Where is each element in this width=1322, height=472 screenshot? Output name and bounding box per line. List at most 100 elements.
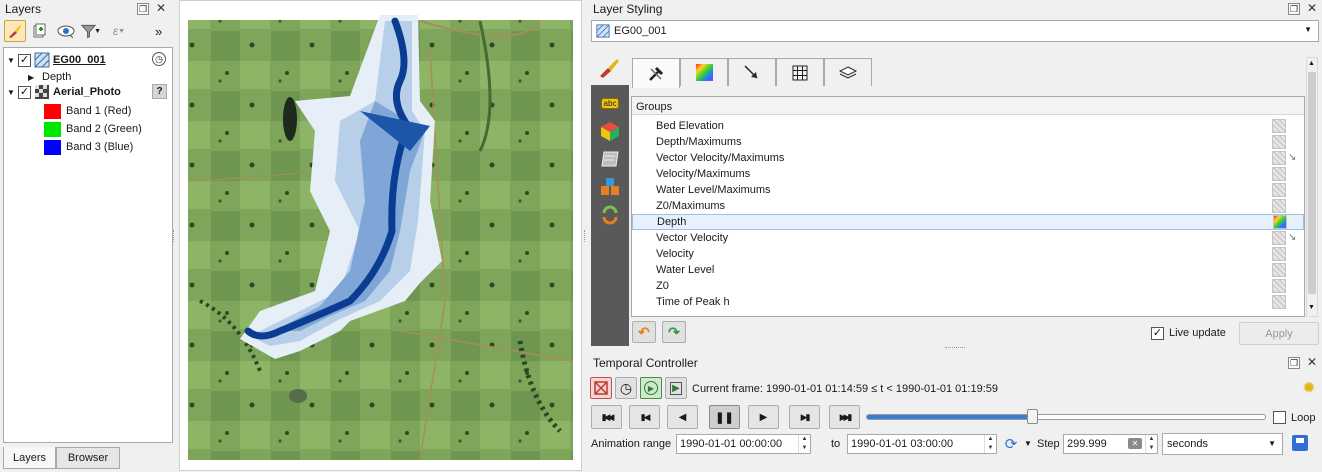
group-row[interactable]: Velocity/Maximums: [632, 166, 1304, 182]
group-row[interactable]: Water Level/Maximums: [632, 182, 1304, 198]
chevron-down-icon[interactable]: ▼: [1024, 439, 1032, 448]
group-row[interactable]: Depth: [632, 214, 1304, 230]
splitter-handle[interactable]: [945, 347, 965, 349]
history-icon[interactable]: [598, 203, 622, 227]
splitter-handle[interactable]: [584, 230, 587, 242]
map-canvas[interactable]: [179, 0, 582, 471]
scroll-thumb[interactable]: [1308, 72, 1316, 294]
expression-filter-icon[interactable]: ε ▼: [108, 20, 130, 42]
contour-toggle-icon[interactable]: [1272, 183, 1286, 197]
splitter-handle[interactable]: [173, 230, 176, 242]
contour-toggle-icon[interactable]: [1272, 151, 1286, 165]
time-slider-handle[interactable]: [1027, 409, 1038, 424]
temporal-off-button[interactable]: [590, 377, 612, 399]
contour-toggle-icon[interactable]: [1272, 167, 1286, 181]
refresh-range-icon[interactable]: ⟳: [1002, 435, 1020, 453]
apply-button[interactable]: Apply: [1239, 322, 1319, 345]
collapse-arrow-icon[interactable]: ▼: [4, 56, 18, 65]
active-contour-icon[interactable]: [1273, 215, 1287, 229]
float-panel-icon[interactable]: ❐: [1288, 3, 1300, 15]
layer-tree[interactable]: ▼ ✓ EG00_001 ◷ ▶ Depth ▼ ✓ Aerial_Photo …: [3, 47, 173, 443]
movie-mode-button[interactable]: ▶: [665, 377, 687, 399]
step-input[interactable]: 299.999 ✕ ▲ ▼: [1063, 434, 1158, 454]
group-row[interactable]: Z0/Maximums: [632, 198, 1304, 214]
contour-toggle-icon[interactable]: [1272, 247, 1286, 261]
live-update-checkbox[interactable]: ✓: [1151, 327, 1164, 340]
contour-toggle-icon[interactable]: [1272, 263, 1286, 277]
play-backward-button[interactable]: ◀: [667, 405, 698, 429]
save-icon[interactable]: [1292, 435, 1308, 451]
layer-visibility-checkbox[interactable]: ✓: [18, 53, 31, 67]
expand-arrow-icon[interactable]: ▶: [28, 73, 42, 82]
loop-checkbox[interactable]: [1273, 411, 1286, 424]
more-tools-icon[interactable]: »: [155, 24, 162, 39]
range-end-input[interactable]: 1990-01-01 03:00:00 ▲ ▼: [847, 434, 997, 454]
dataset-groups-list[interactable]: Groups Bed Elevation Depth/Maximums Vector…: [631, 96, 1305, 317]
animated-mode-button[interactable]: ▶: [640, 377, 662, 399]
visibility-eye-icon[interactable]: [55, 20, 77, 42]
style-brush-icon[interactable]: [4, 20, 26, 42]
contour-toggle-icon[interactable]: [1272, 231, 1286, 245]
next-frame-button[interactable]: ▶▮: [789, 405, 820, 429]
close-icon[interactable]: ✕: [155, 2, 167, 15]
contour-toggle-icon[interactable]: [1272, 119, 1286, 133]
layer-row-eg00[interactable]: ▼ ✓ EG00_001 ◷: [4, 51, 166, 69]
skip-to-end-button[interactable]: ▶▶▮: [829, 405, 860, 429]
group-row[interactable]: Velocity: [632, 246, 1304, 262]
styling-scrollbar[interactable]: ▲ ▼: [1306, 57, 1318, 317]
layer-row-aerial[interactable]: ▼ ✓ Aerial_Photo ?: [4, 83, 167, 101]
float-panel-icon[interactable]: ❐: [1288, 357, 1300, 369]
settings-gear-icon[interactable]: ✹: [1300, 379, 1318, 397]
add-group-icon[interactable]: [28, 20, 50, 42]
vector-indicator-icon[interactable]: ↘: [1288, 232, 1296, 243]
contour-toggle-icon[interactable]: [1272, 199, 1286, 213]
tab-mesh[interactable]: [776, 58, 824, 86]
tab-layers[interactable]: Layers: [3, 447, 56, 469]
close-icon[interactable]: ✕: [1306, 356, 1318, 369]
spin-arrows-icon[interactable]: ▲ ▼: [1145, 435, 1157, 453]
group-row[interactable]: Bed Elevation: [632, 118, 1304, 134]
time-slider[interactable]: [866, 409, 1266, 424]
contour-toggle-icon[interactable]: [1272, 295, 1286, 309]
scroll-up-icon[interactable]: ▲: [1308, 60, 1315, 67]
spin-arrows-icon[interactable]: ▲ ▼: [798, 435, 810, 453]
contour-toggle-icon[interactable]: [1272, 279, 1286, 293]
group-row[interactable]: Vector Velocity: [632, 230, 1304, 246]
range-start-input[interactable]: 1990-01-01 00:00:00 ▲ ▼: [676, 434, 811, 454]
contour-toggle-icon[interactable]: [1272, 135, 1286, 149]
pause-button[interactable]: ❚❚: [709, 405, 740, 429]
group-row[interactable]: Depth/Maximums: [632, 134, 1304, 150]
previous-frame-button[interactable]: ▮◀: [629, 405, 660, 429]
redo-button[interactable]: ↷: [662, 321, 686, 343]
3d-view-icon[interactable]: [598, 119, 622, 143]
step-unit-select[interactable]: seconds ▼: [1162, 433, 1283, 455]
tab-browser[interactable]: Browser: [56, 447, 120, 469]
scroll-down-icon[interactable]: ▼: [1308, 304, 1315, 311]
rendering-icon[interactable]: [598, 147, 622, 171]
symbology-brush-icon[interactable]: [596, 56, 622, 80]
group-row[interactable]: Water Level: [632, 262, 1304, 278]
group-row[interactable]: Time of Peak h: [632, 294, 1304, 310]
tab-vectors[interactable]: [728, 58, 776, 86]
group-row[interactable]: Z0: [632, 278, 1304, 294]
rewind-to-start-button[interactable]: ▮◀◀: [591, 405, 622, 429]
vector-indicator-icon[interactable]: ↘: [1288, 152, 1296, 163]
play-forward-button[interactable]: ▶: [748, 405, 779, 429]
collapse-arrow-icon[interactable]: ▼: [4, 88, 18, 97]
close-icon[interactable]: ✕: [1306, 2, 1318, 15]
tab-blending[interactable]: [824, 58, 872, 86]
clear-icon[interactable]: ✕: [1128, 438, 1142, 449]
fixed-range-button[interactable]: ◷: [615, 377, 637, 399]
layer-visibility-checkbox[interactable]: ✓: [18, 85, 31, 99]
tab-contours[interactable]: [680, 58, 728, 86]
undo-button[interactable]: ↶: [632, 321, 656, 343]
spin-arrows-icon[interactable]: ▲ ▼: [984, 435, 996, 453]
temporal-icon[interactable]: [598, 175, 622, 199]
layer-select-combo[interactable]: EG00_001 ▼: [591, 20, 1319, 42]
tab-general[interactable]: [632, 58, 680, 88]
group-row[interactable]: Vector Velocity/Maximums: [632, 150, 1304, 166]
labels-icon[interactable]: abc: [598, 91, 622, 115]
filter-icon[interactable]: ▼: [80, 20, 102, 42]
unknown-crs-icon[interactable]: ?: [152, 84, 167, 99]
float-panel-icon[interactable]: ❐: [137, 3, 149, 15]
